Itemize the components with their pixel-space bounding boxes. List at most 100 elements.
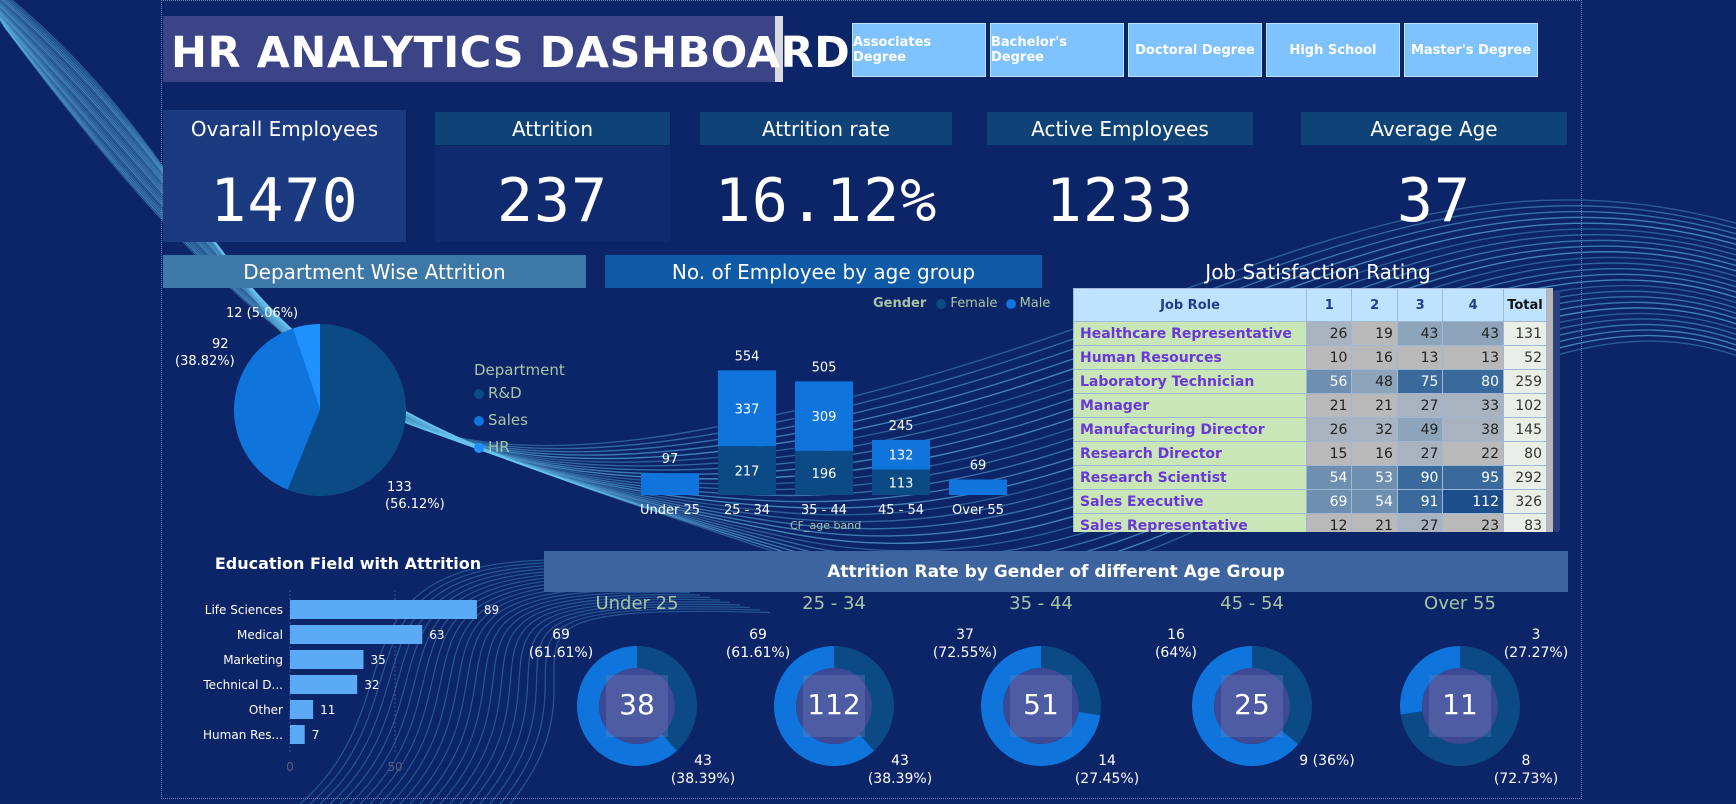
age-bar-0[interactable] bbox=[641, 473, 699, 495]
job-role-cell: Laboratory Technician bbox=[1073, 369, 1307, 394]
job-sat-cell: 38 bbox=[1442, 417, 1504, 442]
job-sat-cell: 15 bbox=[1305, 441, 1353, 466]
age-tick-4: Over 55 bbox=[952, 503, 1004, 518]
dept-legend-rd[interactable]: R&D bbox=[474, 384, 522, 402]
donut-0-bottom-pct: (38.39%) bbox=[670, 771, 736, 787]
rd-legend-label: R&D bbox=[488, 384, 522, 402]
donut-band-4: Over 55 bbox=[1424, 593, 1496, 614]
job-sat-table: Job Role 1 2 3 4 Total Healthcare Representati… bbox=[1073, 288, 1547, 532]
job-sat-cell: 91 bbox=[1396, 489, 1444, 514]
edu-bar-4[interactable] bbox=[290, 700, 314, 719]
dept-label-rd-count: 133 bbox=[387, 480, 412, 495]
age-total-0: 97 bbox=[662, 452, 679, 467]
job-sat-cell: 112 bbox=[1442, 489, 1504, 514]
slicer-bachelors-degree[interactable]: Bachelor's Degree bbox=[990, 23, 1124, 77]
kpi-value-attrition-rate: 16.12% bbox=[714, 166, 938, 236]
slicer-doctoral-degree[interactable]: Doctoral Degree bbox=[1128, 23, 1262, 77]
job-sat-col-1[interactable]: 1 bbox=[1305, 288, 1353, 322]
job-sat-col-2[interactable]: 2 bbox=[1351, 288, 1398, 322]
job-sat-total-cell: 326 bbox=[1503, 489, 1547, 514]
edu-bar-0[interactable] bbox=[290, 600, 477, 619]
job-sat-cell: 16 bbox=[1351, 441, 1398, 466]
age-label-male-1: 337 bbox=[735, 402, 760, 417]
age-label-female-2: 196 bbox=[812, 467, 837, 482]
kpi-label-attrition-rate: Attrition rate bbox=[700, 112, 952, 145]
donut-2-bottom-pct: (27.45%) bbox=[1074, 771, 1140, 787]
table-row: Human Resources 10 16 13 13 52 bbox=[1073, 345, 1547, 370]
donut-band-0: Under 25 bbox=[595, 593, 679, 614]
edu-value-1: 63 bbox=[429, 628, 444, 642]
edu-bar-1[interactable] bbox=[290, 625, 423, 644]
job-sat-total-cell: 145 bbox=[1503, 417, 1547, 442]
job-sat-total-cell: 80 bbox=[1503, 441, 1547, 466]
dept-label-sales-count: 92 bbox=[212, 337, 229, 352]
slicer-masters-degree[interactable]: Master's Degree bbox=[1404, 23, 1538, 77]
edu-value-4: 11 bbox=[320, 703, 335, 717]
age-label-male-3: 132 bbox=[889, 449, 914, 464]
slicer-associates-degree[interactable]: Associates Degree bbox=[852, 23, 986, 77]
dashboard-title-box: HR ANALYTICS DASHBOARD bbox=[163, 16, 850, 82]
job-sat-cell: 27 bbox=[1396, 513, 1444, 532]
kpi-value-attrition: 237 bbox=[496, 166, 609, 236]
job-sat-col-5[interactable]: Total bbox=[1503, 288, 1547, 322]
job-sat-scrollbar[interactable] bbox=[1553, 290, 1560, 532]
edu-value-5: 7 bbox=[312, 728, 320, 742]
age-bar-4[interactable] bbox=[949, 479, 1007, 495]
gender-legend-title: Gender bbox=[873, 296, 927, 311]
edu-tick-1: Medical bbox=[237, 628, 283, 642]
age-total-2: 505 bbox=[812, 360, 837, 375]
table-row: Manufacturing Director 26 32 49 38 145 bbox=[1073, 417, 1547, 442]
job-sat-cell: 27 bbox=[1396, 441, 1444, 466]
job-sat-cell: 43 bbox=[1396, 321, 1444, 346]
edu-value-3: 32 bbox=[364, 678, 379, 692]
job-sat-cell: 80 bbox=[1442, 369, 1504, 394]
dept-legend-hr[interactable]: HR bbox=[474, 438, 510, 456]
donut-4-center: 11 bbox=[1442, 688, 1478, 721]
job-sat-title: Job Satisfaction Rating bbox=[1205, 259, 1431, 284]
job-sat-table-wrap[interactable]: Job Role 1 2 3 4 Total Healthcare Representati… bbox=[1073, 288, 1553, 532]
job-sat-cell: 90 bbox=[1396, 465, 1444, 490]
kpi-label-active-employees: Active Employees bbox=[987, 112, 1253, 145]
edu-bar-2[interactable] bbox=[290, 650, 364, 669]
age-chart-title: No. of Employee by age group bbox=[605, 255, 1042, 288]
job-role-cell: Manager bbox=[1073, 393, 1307, 418]
job-sat-col-0[interactable]: Job Role bbox=[1073, 288, 1307, 322]
donut-3-top-pct: (64%) bbox=[1154, 645, 1198, 661]
kpi-value-active-employees: 1233 bbox=[1045, 166, 1195, 236]
dept-legend-sales[interactable]: Sales bbox=[474, 411, 528, 429]
male-legend-dot bbox=[1005, 298, 1016, 309]
job-sat-cell: 13 bbox=[1396, 345, 1444, 370]
job-sat-cell: 21 bbox=[1351, 513, 1398, 532]
table-row: Research Director 15 16 27 22 80 bbox=[1073, 441, 1547, 466]
job-sat-col-3[interactable]: 3 bbox=[1396, 288, 1444, 322]
donut-4-top-value: 3 bbox=[1531, 627, 1541, 643]
edu-bar-5[interactable] bbox=[290, 725, 305, 744]
dept-chart-title: Department Wise Attrition bbox=[163, 255, 586, 288]
kpi-value-overall: 1470 bbox=[210, 166, 359, 236]
job-sat-total-cell: 52 bbox=[1503, 345, 1547, 370]
kpi-label-average-age: Average Age bbox=[1301, 112, 1567, 145]
donut-3-center: 25 bbox=[1234, 688, 1270, 721]
job-sat-cell: 53 bbox=[1351, 465, 1398, 490]
edu-bar-3[interactable] bbox=[290, 675, 358, 694]
job-sat-cell: 13 bbox=[1442, 345, 1504, 370]
job-sat-cell: 48 bbox=[1351, 369, 1398, 394]
job-sat-cell: 26 bbox=[1305, 417, 1353, 442]
edu-tick-5: Human Res... bbox=[203, 728, 283, 742]
edu-tick-2: Marketing bbox=[223, 653, 283, 667]
job-sat-cell: 54 bbox=[1351, 489, 1398, 514]
kpi-label-attrition: Attrition bbox=[435, 112, 670, 145]
age-bar-chart[interactable]: 97 Under 25 217 337 554 25 - 34 196 309 505 35 - … bbox=[630, 320, 1030, 520]
donut-2-top-value: 37 bbox=[956, 627, 974, 643]
job-sat-col-4[interactable]: 4 bbox=[1442, 288, 1504, 322]
age-label-male-2: 309 bbox=[812, 410, 837, 425]
edu-tick-4: Other bbox=[249, 703, 283, 717]
job-sat-cell: 21 bbox=[1305, 393, 1353, 418]
slicer-high-school[interactable]: High School bbox=[1266, 23, 1400, 77]
job-sat-cell: 22 bbox=[1442, 441, 1504, 466]
job-sat-cell: 16 bbox=[1351, 345, 1398, 370]
female-legend-dot bbox=[936, 298, 947, 309]
age-legend: Gender Female Male bbox=[873, 296, 1050, 311]
edu-bar-chart[interactable]: Life Sciences 89 Medical 63 Marketing 35 Techn… bbox=[163, 590, 543, 790]
donut-4-bottom-pct: (72.73%) bbox=[1493, 771, 1559, 787]
